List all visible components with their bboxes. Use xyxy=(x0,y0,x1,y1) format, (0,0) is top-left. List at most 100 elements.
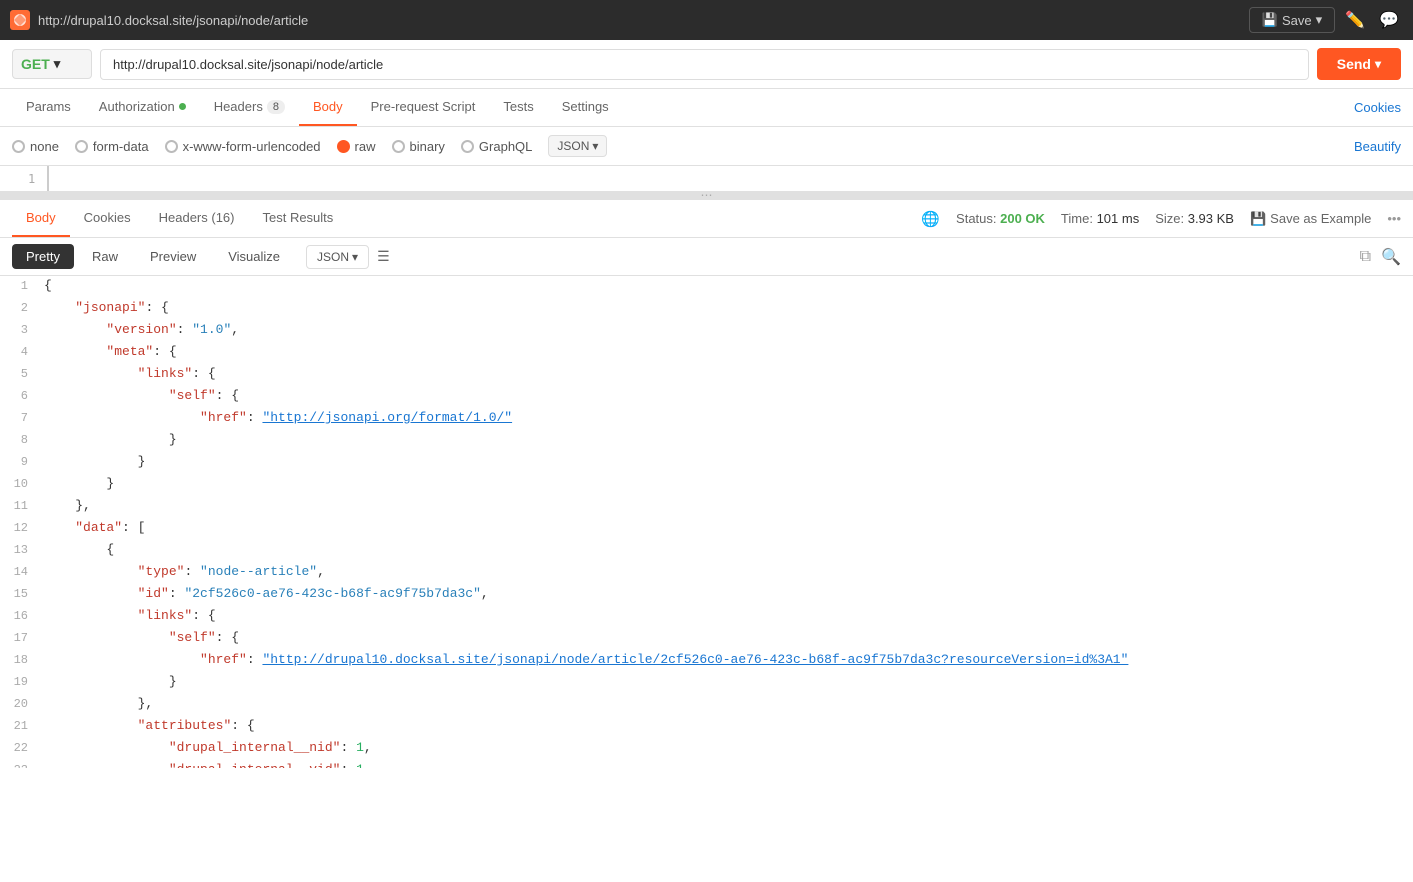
view-tab-raw[interactable]: Raw xyxy=(78,244,132,269)
line-content: } xyxy=(40,430,1413,452)
line-number: 12 xyxy=(0,518,40,540)
line-content: "meta": { xyxy=(40,342,1413,364)
json-line: 7 "href": "http://jsonapi.org/format/1.0… xyxy=(0,408,1413,430)
save-button[interactable]: 💾 Save ▾ xyxy=(1249,7,1335,33)
graphql-label: GraphQL xyxy=(479,139,532,154)
raw-label: raw xyxy=(355,139,376,154)
res-tab-cookies[interactable]: Cookies xyxy=(70,200,145,237)
search-icon[interactable]: 🔍 xyxy=(1381,247,1401,267)
line-number: 11 xyxy=(0,496,40,518)
line-content: { xyxy=(40,540,1413,562)
body-type-form-data[interactable]: form-data xyxy=(75,139,149,154)
method-dropdown[interactable]: GET ▾ xyxy=(12,49,92,79)
line-number: 19 xyxy=(0,672,40,694)
line-number: 18 xyxy=(0,650,40,672)
beautify-button[interactable]: Beautify xyxy=(1354,139,1401,154)
save-example-label: Save as Example xyxy=(1270,211,1371,226)
json-line: 9 } xyxy=(0,452,1413,474)
comment-icon-button[interactable]: 💬 xyxy=(1375,6,1403,34)
form-data-label: form-data xyxy=(93,139,149,154)
body-label: Body xyxy=(313,99,343,114)
tab-authorization[interactable]: Authorization xyxy=(85,89,200,126)
json-format-dropdown[interactable]: JSON ▾ xyxy=(548,135,607,157)
line-content: "data": [ xyxy=(40,518,1413,540)
tab-params[interactable]: Params xyxy=(12,89,85,126)
line-content: } xyxy=(40,672,1413,694)
res-test-results-label: Test Results xyxy=(262,210,333,225)
json-line: 2 "jsonapi": { xyxy=(0,298,1413,320)
tab-settings[interactable]: Settings xyxy=(548,89,623,126)
body-type-graphql[interactable]: GraphQL xyxy=(461,139,532,154)
tab-headers[interactable]: Headers 8 xyxy=(200,89,299,126)
save-chevron: ▾ xyxy=(1316,12,1323,28)
view-tab-visualize[interactable]: Visualize xyxy=(214,244,294,269)
json-line: 19 } xyxy=(0,672,1413,694)
json-line: 15 "id": "2cf526c0-ae76-423c-b68f-ac9f75… xyxy=(0,584,1413,606)
view-tab-pretty[interactable]: Pretty xyxy=(12,244,74,269)
line-number: 15 xyxy=(0,584,40,606)
line-content: "href": "http://drupal10.docksal.site/js… xyxy=(40,650,1413,672)
send-button[interactable]: Send ▾ xyxy=(1317,48,1401,80)
raw-label: Raw xyxy=(92,249,118,264)
body-type-urlencoded[interactable]: x-www-form-urlencoded xyxy=(165,139,321,154)
time-value: 101 ms xyxy=(1097,211,1140,226)
edit-icon-button[interactable]: ✏️ xyxy=(1341,6,1369,34)
res-body-label: Body xyxy=(26,210,56,225)
send-chevron: ▾ xyxy=(1375,57,1381,71)
json-dropdown-chevron: ▾ xyxy=(592,139,598,153)
line-number: 9 xyxy=(0,452,40,474)
tab-tests[interactable]: Tests xyxy=(489,89,547,126)
body-type-binary[interactable]: binary xyxy=(392,139,445,154)
more-options-icon[interactable]: ••• xyxy=(1387,211,1401,226)
top-bar: http://drupal10.docksal.site/jsonapi/nod… xyxy=(0,0,1413,40)
line-number: 3 xyxy=(0,320,40,342)
tab-body[interactable]: Body xyxy=(299,89,357,126)
line-content: "self": { xyxy=(40,386,1413,408)
copy-icon[interactable]: ⧉ xyxy=(1360,248,1371,266)
res-tab-body[interactable]: Body xyxy=(12,200,70,237)
preview-label: Preview xyxy=(150,249,196,264)
line-content: "attributes": { xyxy=(40,716,1413,738)
pre-request-label: Pre-request Script xyxy=(371,99,476,114)
save-example-button[interactable]: 💾 Save as Example xyxy=(1250,211,1371,227)
method-text: GET xyxy=(21,56,50,72)
line-content: "jsonapi": { xyxy=(40,298,1413,320)
body-type-none[interactable]: none xyxy=(12,139,59,154)
json-line: 11 }, xyxy=(0,496,1413,518)
res-headers-label: Headers (16) xyxy=(159,210,235,225)
radio-graphql xyxy=(461,140,474,153)
filter-icon[interactable]: ☰ xyxy=(377,248,390,265)
line-number: 17 xyxy=(0,628,40,650)
line-number: 4 xyxy=(0,342,40,364)
res-tab-test-results[interactable]: Test Results xyxy=(248,200,347,237)
line-content: } xyxy=(40,452,1413,474)
response-status: 🌐 Status: 200 OK Time: 101 ms Size: 3.93… xyxy=(921,210,1401,228)
authorization-label: Authorization xyxy=(99,99,175,114)
response-tabs-bar: Body Cookies Headers (16) Test Results 🌐… xyxy=(0,200,1413,238)
line-number: 7 xyxy=(0,408,40,430)
line-number: 22 xyxy=(0,738,40,760)
line-1-num: 1 xyxy=(0,172,47,186)
tab-pre-request[interactable]: Pre-request Script xyxy=(357,89,490,126)
json-line: 21 "attributes": { xyxy=(0,716,1413,738)
json-line: 14 "type": "node--article", xyxy=(0,562,1413,584)
json-line: 1 { xyxy=(0,276,1413,298)
json-line: 13 { xyxy=(0,540,1413,562)
save-icon-small: 💾 xyxy=(1250,211,1266,227)
status-value: 200 OK xyxy=(1000,211,1045,226)
res-tab-headers[interactable]: Headers (16) xyxy=(145,200,249,237)
cookies-link[interactable]: Cookies xyxy=(1354,100,1401,115)
body-type-raw[interactable]: raw xyxy=(337,139,376,154)
none-label: none xyxy=(30,139,59,154)
json-line: 3 "version": "1.0", xyxy=(0,320,1413,342)
view-tab-preview[interactable]: Preview xyxy=(136,244,210,269)
pretty-label: Pretty xyxy=(26,249,60,264)
url-input[interactable] xyxy=(100,49,1309,80)
time-label: Time: 101 ms xyxy=(1061,211,1139,226)
line-content: "id": "2cf526c0-ae76-423c-b68f-ac9f75b7d… xyxy=(40,584,1413,606)
response-format-dropdown[interactable]: JSON ▾ xyxy=(306,245,369,269)
response-view-tabs: Pretty Raw Preview Visualize JSON ▾ ☰ ⧉ … xyxy=(0,238,1413,276)
radio-none xyxy=(12,140,25,153)
params-label: Params xyxy=(26,99,71,114)
line-content: "type": "node--article", xyxy=(40,562,1413,584)
